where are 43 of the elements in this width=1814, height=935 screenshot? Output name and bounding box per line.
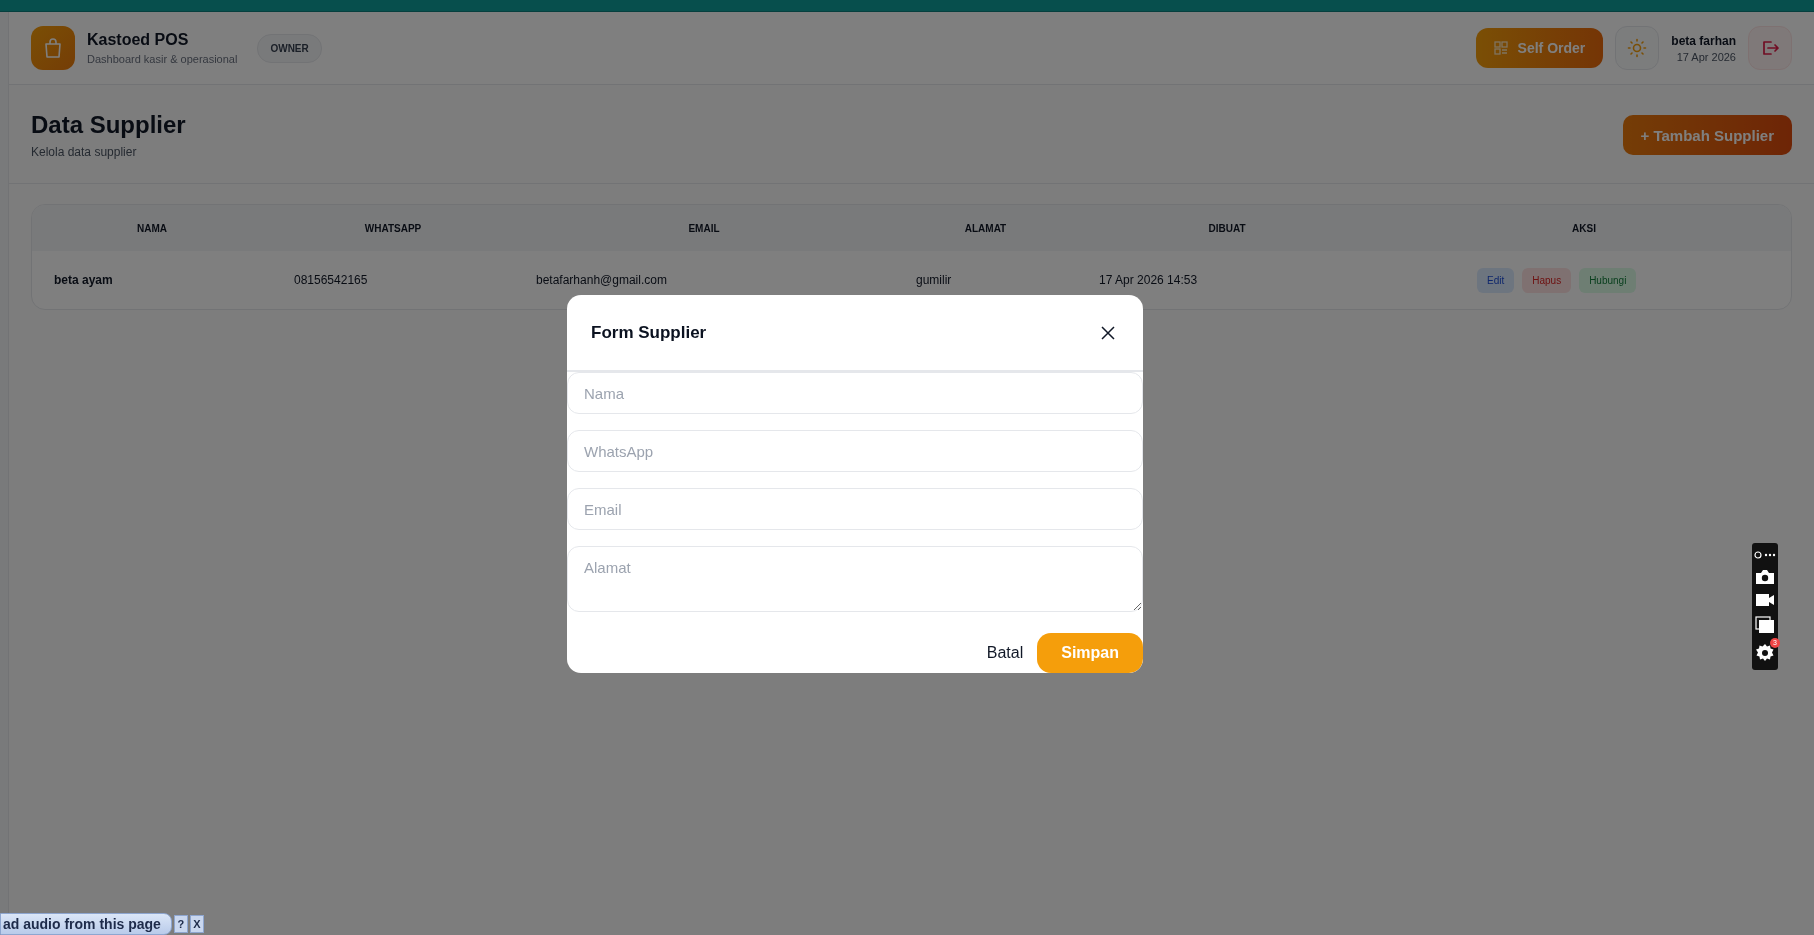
column-header: ALAMAT <box>963 222 1008 234</box>
page-title: Data Supplier <box>31 111 186 139</box>
self-order-button[interactable]: Self Order <box>1475 28 1604 68</box>
edit-button[interactable]: Edit <box>1477 267 1515 293</box>
camera-icon[interactable] <box>1755 568 1775 585</box>
logout-icon <box>1760 38 1780 58</box>
table-cell-text: gumilir <box>915 273 953 287</box>
column-header: AKSI <box>1571 222 1597 234</box>
grid-icon <box>1493 41 1508 55</box>
video-camera-icon[interactable] <box>1755 593 1775 608</box>
windows-icon[interactable] <box>1755 616 1775 635</box>
theme-toggle-button[interactable] <box>1615 26 1660 70</box>
table-cell-text: 08156542165 <box>293 273 369 287</box>
save-button[interactable]: Simpan <box>1037 633 1143 673</box>
table-cell-text: betafarhanh@gmail.com <box>535 273 668 287</box>
input-field[interactable]: Nama <box>567 372 1143 414</box>
app-subtitle: Dashboard kasir & operasional <box>87 53 238 65</box>
page-subtitle: Kelola data supplier <box>31 145 138 159</box>
close-icon <box>1101 325 1115 340</box>
add-supplier-button[interactable]: + Tambah Supplier <box>1622 115 1792 155</box>
delete-button[interactable]: Hapus <box>1522 267 1572 293</box>
dialog-title: Form Supplier <box>591 322 707 343</box>
input-field[interactable]: WhatsApp <box>567 430 1143 472</box>
sun-icon <box>1627 38 1648 58</box>
user-name: beta farhan <box>1671 33 1736 48</box>
table-cell-text: 17 Apr 2026 14:53 <box>1098 273 1199 287</box>
column-header: WHATSAPP <box>363 222 423 234</box>
column-header: DIBUAT <box>1207 222 1247 234</box>
role-badge: OWNER <box>257 33 322 63</box>
logout-button[interactable] <box>1748 26 1792 70</box>
input-field[interactable]: Email <box>567 488 1143 530</box>
table-cell-text: beta ayam <box>53 273 114 287</box>
app-name: Kastoed POS <box>87 31 190 49</box>
cancel-button[interactable]: Batal <box>980 643 1030 663</box>
column-header: NAMA <box>136 222 168 234</box>
shopping-bag-logo-icon <box>31 26 75 70</box>
textarea-field[interactable]: Alamat <box>567 546 1143 612</box>
column-header: EMAIL <box>687 222 721 234</box>
settings-icon[interactable] <box>1755 642 1775 663</box>
ellipsis-icon[interactable] <box>1754 550 1776 561</box>
contact-button[interactable]: Hubungi <box>1579 267 1637 293</box>
audio-bar-text: ad audio from this page <box>0 913 172 935</box>
current-date: 17 Apr 2026 <box>1676 50 1736 63</box>
